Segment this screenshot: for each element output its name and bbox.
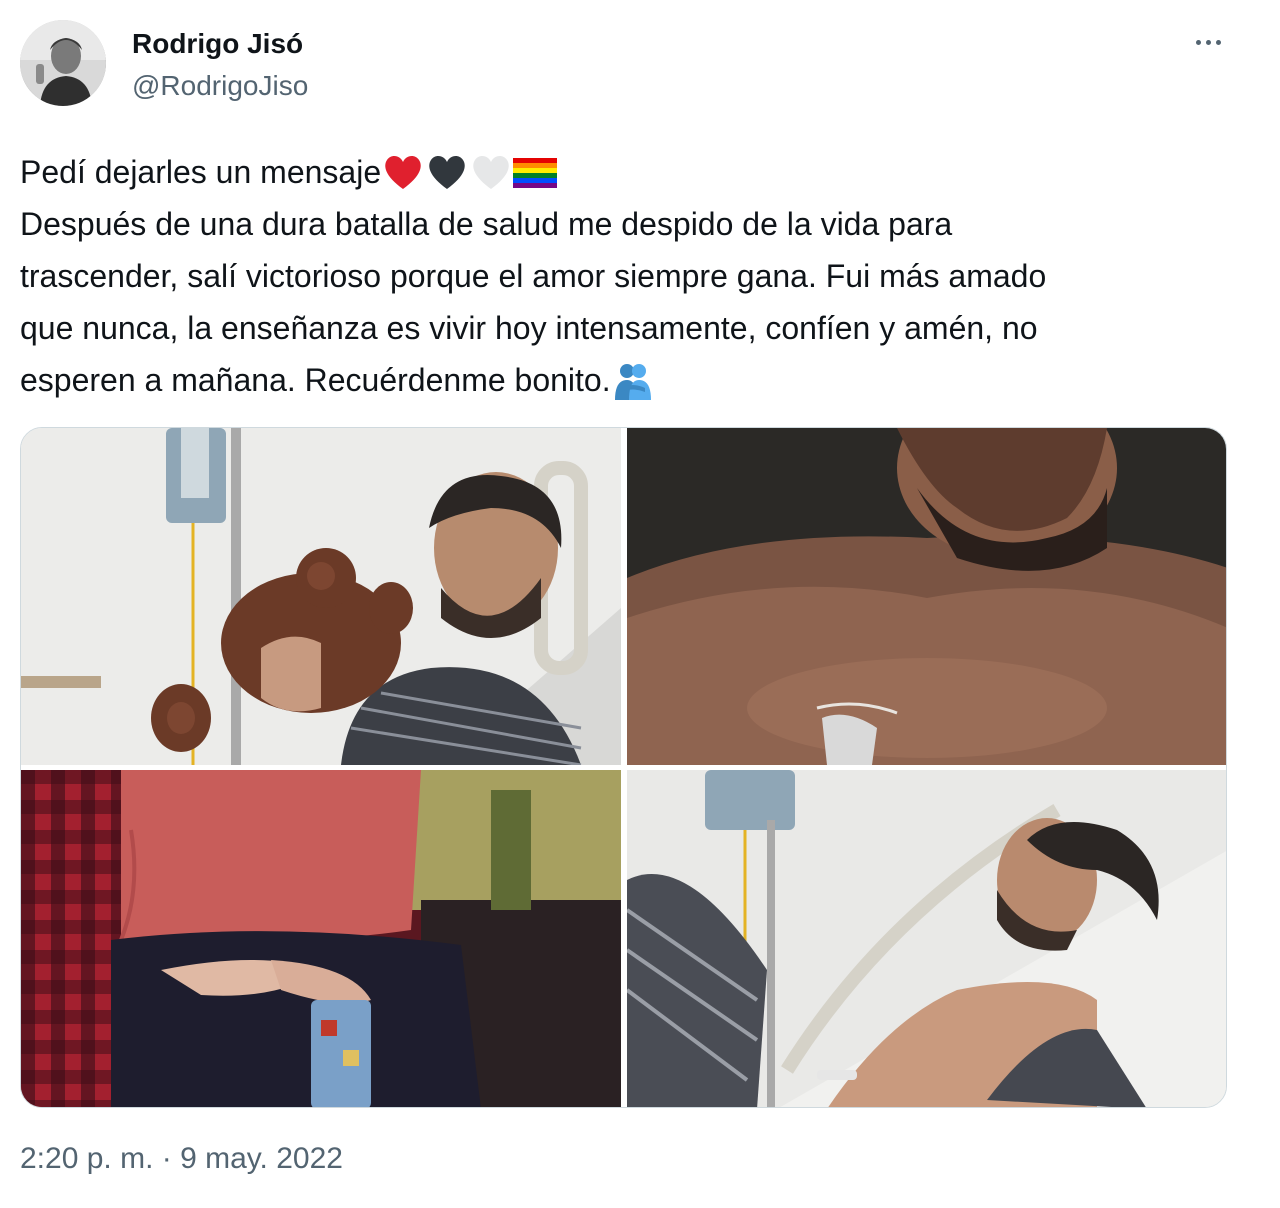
rainbow-flag-icon [513,152,558,192]
photo-hospital-bed[interactable] [627,770,1226,1107]
more-dot-icon [1195,39,1201,45]
white-heart-icon [469,152,513,192]
tweet-text: Pedí dejarles un mensaje Después de una … [20,146,1240,406]
photo-image [21,428,621,765]
more-dot-icon [1215,39,1221,45]
black-heart-icon [425,152,469,192]
people-hugging-icon [611,360,655,400]
photo-image [627,770,1226,1107]
tweet-line: Pedí dejarles un mensaje [20,146,1240,198]
tweet-line-text: Pedí dejarles un mensaje [20,154,382,190]
tweet-line: Después de una dura batalla de salud me … [20,206,953,242]
tweet-line-text: esperen a mañana. Recuérdenme bonito. [20,362,611,398]
author-name[interactable]: Rodrigo Jisó [132,28,303,60]
photo-red-sweater-seated[interactable] [21,770,621,1107]
more-dot-icon [1205,39,1211,45]
photo-image [627,428,1226,765]
photo-hospital-teddy-bear[interactable] [21,428,621,765]
tweet-line: trascender, salí victorioso porque el am… [20,258,1047,294]
more-options-button[interactable] [1186,22,1230,62]
tweet-timestamp[interactable]: 2:20 p. m. · 9 may. 2022 [20,1142,343,1176]
author-handle[interactable]: @RodrigoJiso [132,70,308,102]
tweet-line: que nunca, la enseñanza es vivir hoy int… [20,310,1038,346]
media-grid [20,427,1227,1108]
red-heart-icon [381,152,425,192]
photo-chest-portrait[interactable] [627,428,1226,765]
avatar[interactable] [20,20,106,106]
tweet-line: esperen a mañana. Recuérdenme bonito. [20,354,1240,406]
avatar-image [20,20,106,106]
tweet-card: Rodrigo Jisó @RodrigoJiso Pedí dejarles … [0,0,1280,1208]
photo-image [21,770,621,1107]
